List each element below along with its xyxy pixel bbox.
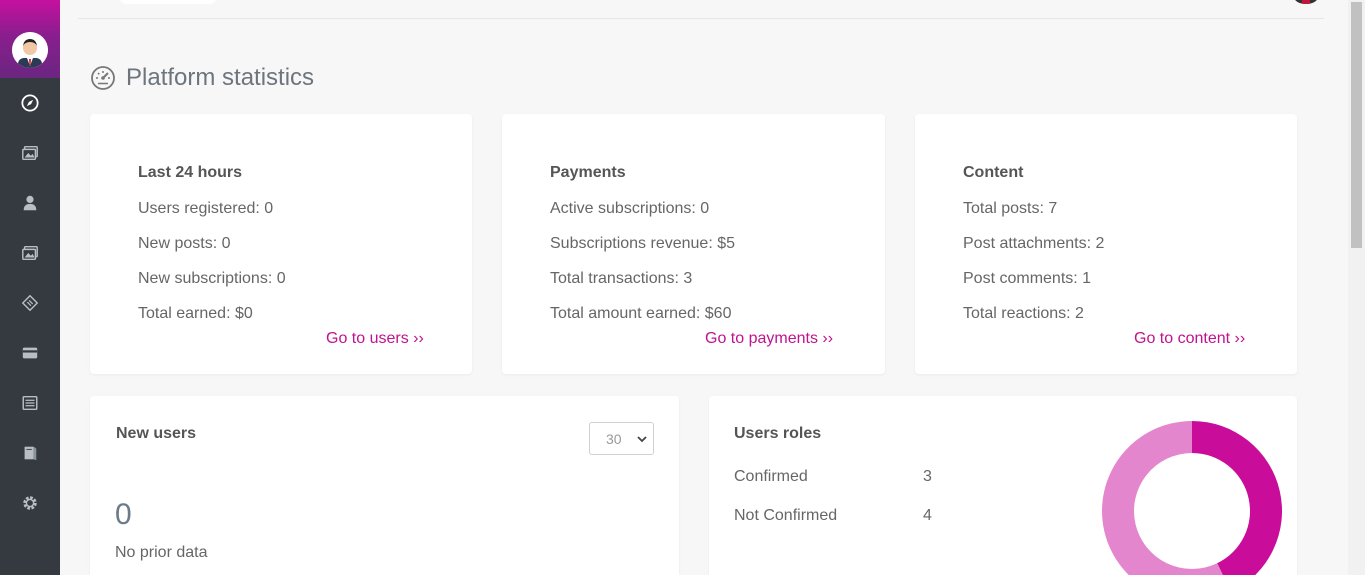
settings-icon [23,496,37,510]
ticket-icon [21,294,39,312]
roles-donut-chart [1102,421,1282,575]
sidebar-item-settings[interactable] [0,478,60,528]
card-title: Last 24 hours [138,164,243,181]
stat-total-transactions: Total transactions: 3 [550,270,693,287]
page-header: Platform statistics [90,64,314,92]
last-24-hours-card: Last 24 hours Users registered: 0 New po… [90,114,472,374]
no-prior-data-note: No prior data [115,544,208,561]
sidebar-item-pages[interactable] [0,428,60,478]
stat-new-posts: New posts: 0 [138,235,231,252]
users-roles-card: Users roles Confirmed 3 Not Confirmed 4 [709,396,1297,575]
go-to-payments-link[interactable]: Go to payments ›› [705,330,833,348]
compass-icon [21,94,39,112]
go-to-content-link[interactable]: Go to content ›› [1134,330,1245,348]
avatar-icon [12,32,48,68]
top-bar [78,0,1324,19]
donut-segment-confirmed[interactable] [1192,421,1282,575]
role-value-not-confirmed: 4 [923,507,932,524]
scrollbar-thumb[interactable] [1351,2,1362,248]
sidebar-item-articles[interactable] [0,378,60,428]
book-icon [24,446,37,461]
card-title: New users [116,425,197,442]
speedometer-icon [91,66,115,90]
sidebar-item-posts[interactable] [0,228,60,278]
sidebar-item-subscriptions[interactable] [0,278,60,328]
stat-post-comments: Post comments: 1 [963,270,1092,287]
sidebar-item-users[interactable] [0,178,60,228]
images-icon [22,145,38,161]
new-users-count: 0 [115,498,132,531]
payments-card: Payments Active subscriptions: 0 Subscri… [502,114,885,374]
avatar[interactable] [12,32,48,68]
stat-total-earned: Total earned: $0 [138,305,253,322]
top-search-pill[interactable] [120,0,216,4]
language-flag-icon[interactable] [1294,0,1318,4]
stat-users-registered: Users registered: 0 [138,200,274,217]
card-title: Payments [550,164,626,181]
page-title: Platform statistics [126,64,315,91]
role-label-confirmed: Confirmed [734,468,808,485]
card-title: Content [963,164,1024,181]
sidebar-item-explore[interactable] [0,78,60,128]
stat-total-reactions: Total reactions: 2 [963,305,1084,322]
new-users-card: New users 30 0 No prior data [90,396,679,575]
period-select-value: 30 [606,430,622,447]
newspaper-icon [22,395,38,411]
stat-total-posts: Total posts: 7 [963,200,1058,217]
sidebar-item-payments[interactable] [0,328,60,378]
content-card: Content Total posts: 7 Post attachments:… [915,114,1297,374]
period-select[interactable]: 30 [589,422,654,455]
stat-post-attachments: Post attachments: 2 [963,235,1105,252]
credit-card-icon [22,347,38,359]
image-icon [22,245,38,261]
card-title: Users roles [734,425,822,442]
stat-subscriptions-revenue: Subscriptions revenue: $5 [550,235,735,252]
scrollbar[interactable] [1348,0,1365,575]
stat-total-amount-earned: Total amount earned: $60 [550,305,732,322]
role-value-confirmed: 3 [923,468,932,485]
sidebar [0,0,60,575]
chevron-down-icon [637,436,647,443]
sidebar-item-media[interactable] [0,128,60,178]
stat-new-subscriptions: New subscriptions: 0 [138,270,286,287]
user-icon [23,195,37,211]
sidebar-profile [0,0,60,78]
stat-active-subscriptions: Active subscriptions: 0 [550,200,710,217]
role-label-not-confirmed: Not Confirmed [734,507,838,524]
go-to-users-link[interactable]: Go to users ›› [326,330,424,348]
